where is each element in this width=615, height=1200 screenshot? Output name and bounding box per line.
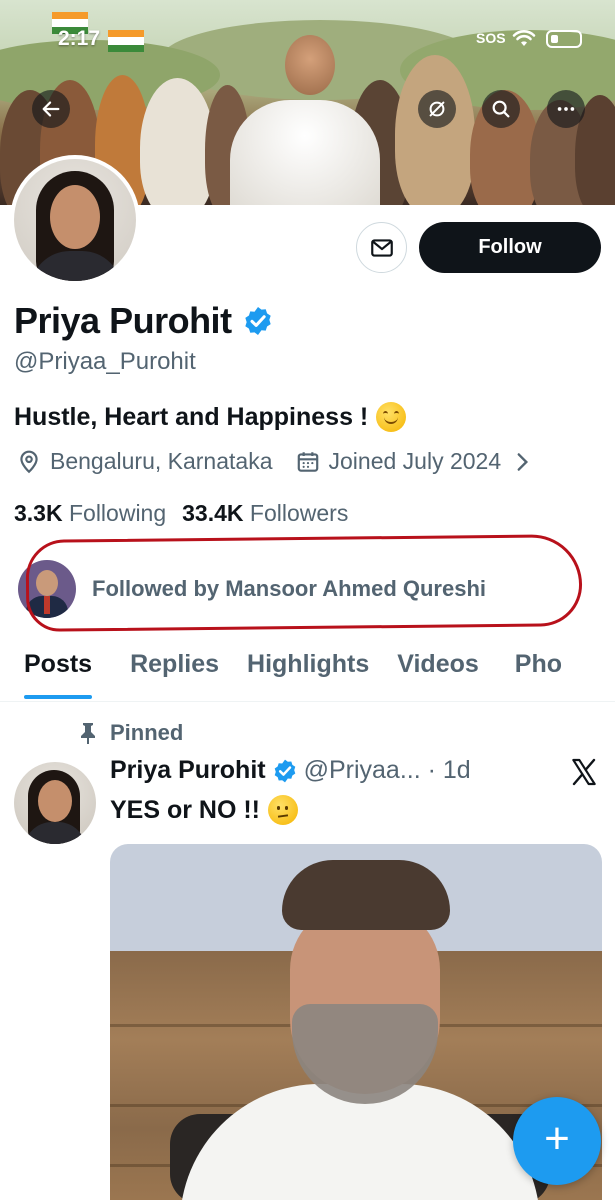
post-body: YES or NO !! — [110, 795, 261, 824]
profile-tabs: Posts Replies Highlights Videos Pho — [0, 640, 615, 702]
image-hair — [282, 860, 450, 930]
search-icon — [492, 100, 510, 118]
bio-text: Hustle, Heart and Happiness ! — [14, 402, 369, 431]
tab-label: Pho — [514, 650, 562, 678]
pinned-label: Pinned — [78, 720, 183, 746]
x-logo-icon[interactable] — [568, 756, 600, 788]
verified-badge-icon — [274, 759, 295, 782]
profile-avatar[interactable] — [10, 155, 140, 285]
followers-count: 33.4K — [182, 500, 244, 526]
followers-link[interactable]: 33.4K Followers — [182, 500, 348, 527]
banner-central-figure — [230, 100, 380, 205]
post-text: YES or NO !! — [110, 795, 299, 825]
grok-button[interactable] — [418, 90, 456, 128]
active-tab-indicator — [24, 695, 93, 699]
post-author-avatar[interactable] — [14, 762, 96, 844]
search-button[interactable] — [482, 90, 520, 128]
chevron-right-icon[interactable] — [509, 449, 535, 475]
tab-label: Replies — [130, 650, 220, 678]
battery-icon — [546, 30, 582, 48]
follow-button[interactable]: Follow — [419, 222, 601, 273]
tab-replies[interactable]: Replies — [130, 640, 219, 701]
tab-label: Videos — [397, 650, 479, 678]
profile-bio: Hustle, Heart and Happiness ! — [14, 402, 407, 432]
following-label: Following — [68, 500, 167, 526]
status-sos: SOS — [476, 30, 506, 46]
profile-name-row: Priya Purohit — [14, 300, 274, 342]
plus-icon: + — [544, 1114, 570, 1163]
compose-post-button[interactable]: + — [513, 1097, 601, 1185]
wifi-icon — [512, 30, 536, 46]
location-text: Bengaluru, Karnataka — [50, 448, 273, 474]
tab-highlights[interactable]: Highlights — [247, 640, 369, 701]
profile-stats: 3.3K Following 33.4K Followers — [14, 500, 348, 527]
more-icon — [557, 107, 575, 111]
envelope-icon — [370, 238, 393, 257]
tab-videos[interactable]: Videos — [397, 640, 479, 701]
tab-label: Posts — [24, 650, 93, 678]
message-button[interactable] — [356, 222, 407, 273]
pin-icon — [81, 723, 95, 744]
location-pin-icon — [20, 450, 38, 473]
profile-handle: @Priyaa_Purohit — [14, 348, 196, 375]
banner-figure — [395, 55, 475, 205]
joined-text: Joined July 2024 — [328, 448, 502, 474]
back-arrow-icon — [42, 101, 60, 117]
grok-icon — [429, 101, 445, 117]
following-count: 3.3K — [14, 500, 63, 526]
post-header: Priya Purohit @Priyaa... · 1d — [110, 756, 471, 785]
avatar-photo — [14, 159, 136, 281]
tab-posts[interactable]: Posts — [24, 640, 93, 701]
status-time: 2:17 — [58, 27, 101, 50]
indian-flag-icon — [108, 30, 144, 52]
verified-badge-icon[interactable] — [242, 305, 274, 337]
joined-item: Joined July 2024 — [295, 448, 502, 475]
location-item: Bengaluru, Karnataka — [16, 448, 273, 475]
more-button[interactable] — [547, 90, 585, 128]
profile-name: Priya Purohit — [14, 300, 232, 341]
back-button[interactable] — [32, 90, 70, 128]
following-link[interactable]: 3.3K Following — [14, 500, 166, 527]
tab-label: Highlights — [247, 650, 370, 678]
thinking-face-emoji-icon — [268, 795, 299, 825]
banner-figure — [140, 78, 215, 205]
banner-central-figure-head — [285, 35, 335, 95]
pinned-text: Pinned — [110, 720, 184, 745]
smiling-face-emoji-icon — [376, 402, 407, 432]
calendar-icon — [297, 451, 318, 472]
followers-label: Followers — [249, 500, 349, 526]
tab-photos[interactable]: Pho — [515, 640, 562, 701]
red-annotation-ring — [25, 534, 583, 632]
post-author-name[interactable]: Priya Purohit — [110, 756, 266, 785]
post-author-handle-time: @Priyaa... · 1d — [303, 756, 471, 784]
profile-meta: Bengaluru, Karnataka Joined July 2024 — [16, 448, 535, 475]
